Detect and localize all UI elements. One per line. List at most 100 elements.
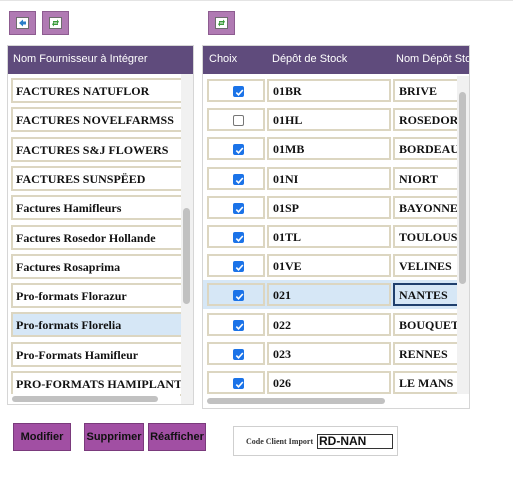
- choice-cell: [207, 225, 265, 248]
- supplier-item-label: Factures Hamifleurs: [16, 201, 122, 216]
- depot-name-cell[interactable]: RENNES: [393, 341, 465, 365]
- choice-cell: [207, 137, 265, 161]
- depot-name-cell[interactable]: VELINES: [393, 254, 465, 278]
- depot-row[interactable]: 01MB BORDEAUX: [203, 134, 465, 163]
- supplier-list-item[interactable]: Factures Hamifleurs: [11, 195, 183, 221]
- depot-name-cell[interactable]: BAYONNE: [393, 195, 465, 219]
- depot-name: BAYONNE: [399, 200, 458, 215]
- supplier-list-item[interactable]: PRO-FORMATS HAMIPLANT: [11, 371, 183, 396]
- depot-code-cell[interactable]: 01NI: [267, 166, 391, 190]
- supplier-scroll-thumb[interactable]: [183, 208, 190, 304]
- choice-cell: [207, 341, 265, 365]
- depot-checkbox[interactable]: [233, 173, 244, 185]
- depot-name-cell[interactable]: LE MANS: [393, 371, 465, 394]
- depot-name: LE MANS: [399, 376, 454, 390]
- depot-name: BORDEAUX: [399, 142, 465, 157]
- supplier-hscroll-thumb[interactable]: [12, 396, 158, 402]
- depot-name-cell[interactable]: ROSEDOR: [393, 108, 465, 132]
- depot-code-cell[interactable]: 01HL: [267, 108, 391, 132]
- depot-hscrollbar[interactable]: [205, 396, 455, 406]
- choice-cell: [207, 283, 265, 307]
- depot-row[interactable]: 01HL ROSEDOR: [203, 105, 465, 134]
- depot-name-cell[interactable]: NIORT: [393, 166, 465, 190]
- choice-cell: [207, 312, 265, 336]
- depot-checkbox[interactable]: [233, 378, 244, 389]
- supplier-list: FACTURES NATUFLOR FACTURES NOVELFARMSS FAC…: [9, 76, 185, 404]
- depot-code-cell[interactable]: 022: [267, 312, 391, 336]
- depot-name-cell[interactable]: BORDEAUX: [393, 137, 465, 161]
- save-icon: [16, 17, 29, 29]
- depot-code-cell[interactable]: 01MB: [267, 137, 391, 161]
- depot-code: 01VE: [273, 259, 302, 274]
- choice-cell: [207, 254, 265, 278]
- depot-checkbox[interactable]: [233, 261, 244, 273]
- modify-button[interactable]: Modifier: [13, 423, 71, 451]
- depot-name-cell[interactable]: BRIVE: [393, 79, 465, 102]
- depot-code-cell[interactable]: 01SP: [267, 195, 391, 219]
- supplier-list-item[interactable]: FACTURES SUNSPËED: [11, 165, 183, 191]
- depot-name: RENNES: [399, 346, 448, 361]
- refresh-list-button[interactable]: [42, 11, 69, 35]
- depot-code-cell[interactable]: 026: [267, 371, 391, 394]
- depot-row[interactable]: 026 LE MANS: [203, 368, 465, 397]
- depot-row[interactable]: 021 NANTES: [203, 280, 465, 310]
- depot-row[interactable]: 01TL TOULOUSE: [203, 222, 465, 251]
- depot-name: NANTES: [399, 288, 448, 303]
- supplier-hscrollbar[interactable]: [10, 394, 180, 404]
- depot-scrollbar[interactable]: [457, 76, 469, 394]
- depot-checkbox[interactable]: [233, 144, 244, 156]
- depot-name: ROSEDOR: [399, 113, 459, 128]
- depot-code-cell[interactable]: 023: [267, 341, 391, 365]
- depot-name-cell[interactable]: NANTES: [393, 283, 465, 307]
- supplier-list-item[interactable]: FACTURES NOVELFARMSS: [11, 107, 183, 133]
- client-code-group: Code Client Import RD-NAN: [233, 426, 398, 456]
- supplier-list-item[interactable]: FACTURES S&J FLOWERS: [11, 136, 183, 162]
- supplier-list-item[interactable]: Factures Rosedor Hollande: [11, 224, 183, 250]
- depot-checkbox[interactable]: [233, 232, 244, 243]
- depot-row[interactable]: 01NI NIORT: [203, 164, 465, 193]
- depot-code: 01MB: [273, 142, 305, 157]
- depot-checkbox[interactable]: [233, 202, 244, 214]
- supplier-scrollbar[interactable]: [181, 74, 193, 404]
- depot-code-cell[interactable]: 021: [267, 283, 391, 307]
- depot-name: NIORT: [399, 171, 438, 186]
- depot-name: VELINES: [399, 259, 452, 274]
- depot-code-cell[interactable]: 01VE: [267, 254, 391, 278]
- supplier-item-label: FACTURES NATUFLOR: [16, 84, 150, 98]
- depot-checkbox[interactable]: [233, 86, 244, 97]
- delete-button[interactable]: Supprimer: [84, 423, 144, 451]
- depot-row[interactable]: 023 RENNES: [203, 339, 465, 368]
- depot-code: 021: [273, 288, 291, 303]
- depot-name-cell[interactable]: TOULOUSE: [393, 225, 465, 248]
- depot-grid-panel: Choix Dépôt de Stock Nom Dépôt Sto 01BR B…: [202, 45, 470, 409]
- supplier-list-item[interactable]: Factures Rosaprima: [11, 253, 183, 279]
- client-code-input[interactable]: RD-NAN: [317, 434, 393, 449]
- depot-scroll-thumb[interactable]: [459, 92, 466, 284]
- depot-name-column-header: Nom Dépôt Sto: [396, 53, 470, 65]
- supplier-list-item[interactable]: Pro-formats Florelia: [11, 312, 183, 338]
- supplier-list-item[interactable]: FACTURES NATUFLOR: [11, 78, 183, 103]
- save-button[interactable]: [9, 11, 36, 35]
- supplier-list-item[interactable]: Pro-formats Florazur: [11, 283, 183, 309]
- choice-cell: [207, 166, 265, 190]
- choice-cell: [207, 79, 265, 102]
- supplier-list-header: Nom Fournisseur à Intégrer: [8, 46, 193, 74]
- depot-name-cell[interactable]: BOUQUET: [393, 312, 465, 336]
- depot-row[interactable]: 022 BOUQUET: [203, 310, 465, 339]
- depot-checkbox[interactable]: [233, 290, 244, 302]
- refresh-depots-button[interactable]: [208, 11, 235, 35]
- depot-grid-rows: 01BR BRIVE 01HL ROSEDOR 01MB BORDEAUX 01NI NIOR…: [203, 76, 465, 408]
- redisplay-button[interactable]: Réafficher: [148, 423, 206, 451]
- depot-hscroll-thumb[interactable]: [207, 398, 385, 404]
- depot-row[interactable]: 01BR BRIVE: [203, 76, 465, 105]
- depot-row[interactable]: 01SP BAYONNE: [203, 193, 465, 222]
- supplier-item-label: Pro-formats Florelia: [16, 318, 122, 333]
- depot-code-cell[interactable]: 01BR: [267, 79, 391, 102]
- depot-checkbox[interactable]: [233, 319, 244, 331]
- depot-checkbox[interactable]: [233, 115, 244, 127]
- depot-checkbox[interactable]: [233, 348, 244, 360]
- supplier-list-item[interactable]: Pro-Formats Hamifleur: [11, 341, 183, 367]
- depot-code-cell[interactable]: 01TL: [267, 225, 391, 248]
- depot-row[interactable]: 01VE VELINES: [203, 251, 465, 280]
- depot-name: BRIVE: [399, 84, 438, 98]
